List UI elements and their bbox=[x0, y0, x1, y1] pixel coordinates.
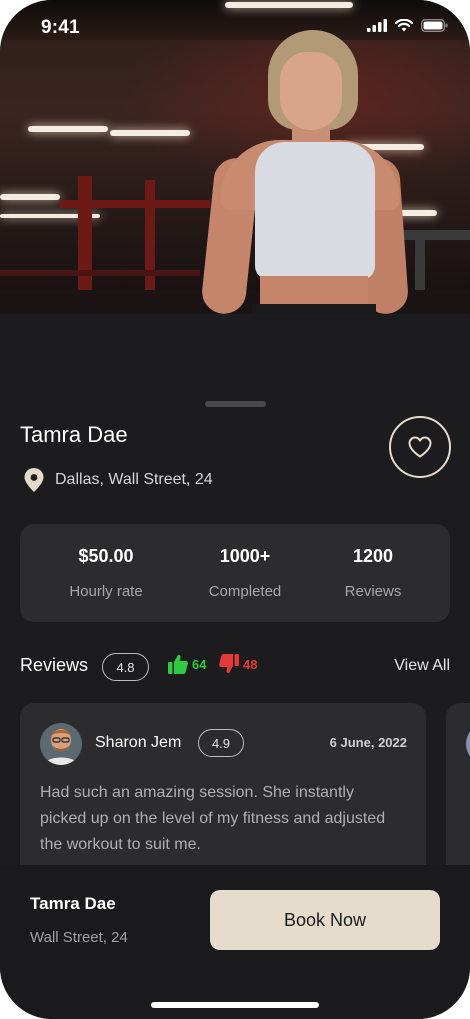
battery-icon bbox=[421, 19, 448, 32]
trainer-location: Dallas, Wall Street, 24 bbox=[24, 468, 213, 492]
stat-reviews: 1200 Reviews bbox=[303, 524, 443, 600]
stat-value: 1000+ bbox=[219, 546, 271, 566]
reviews-header: Reviews 4.8 64 48 View All bbox=[20, 651, 450, 683]
favorite-button[interactable] bbox=[389, 416, 451, 478]
reviews-title: Reviews bbox=[20, 655, 89, 675]
review-card-next[interactable] bbox=[446, 703, 470, 883]
stat-label: Completed bbox=[208, 583, 282, 600]
dislikes-count: 48 bbox=[219, 654, 257, 674]
stat-label: Hourly rate bbox=[69, 583, 143, 600]
booking-address: Wall Street, 24 bbox=[30, 929, 128, 946]
stat-label: Reviews bbox=[344, 583, 402, 600]
stat-value: 1200 bbox=[352, 546, 394, 566]
sheet-drag-handle[interactable] bbox=[205, 401, 266, 407]
status-time: 9:41 bbox=[41, 17, 80, 38]
stat-value: $50.00 bbox=[78, 546, 134, 566]
likes-value: 64 bbox=[192, 656, 207, 672]
reviewer-avatar bbox=[466, 723, 470, 765]
bottom-booking-bar: Tamra Dae Wall Street, 24 Book Now bbox=[0, 865, 470, 1019]
thumbs-down-icon bbox=[219, 654, 239, 674]
thumbs-up-icon bbox=[168, 654, 188, 674]
likes-count: 64 bbox=[168, 654, 206, 674]
review-card[interactable]: Sharon Jem 4.9 6 June, 2022 Had such an … bbox=[20, 703, 426, 883]
stat-hourly-rate: $50.00 Hourly rate bbox=[36, 524, 176, 600]
reviews-rating-badge: 4.8 bbox=[102, 653, 149, 681]
trainer-name: Tamra Dae bbox=[20, 422, 128, 447]
stats-card: $50.00 Hourly rate 1000+ Completed 1200 … bbox=[20, 524, 450, 622]
review-date: 6 June, 2022 bbox=[329, 735, 407, 750]
trainer-photo bbox=[199, 30, 410, 314]
view-all-link[interactable]: View All bbox=[394, 657, 450, 675]
review-text: Had such an amazing session. She instant… bbox=[40, 784, 386, 853]
location-text: Dallas, Wall Street, 24 bbox=[55, 471, 213, 488]
status-icons bbox=[367, 19, 448, 32]
dislikes-value: 48 bbox=[243, 656, 258, 672]
booking-trainer-name: Tamra Dae bbox=[30, 894, 116, 913]
signal-icon bbox=[367, 19, 387, 32]
reviewer-name: Sharon Jem bbox=[95, 734, 182, 751]
home-indicator[interactable] bbox=[151, 1002, 319, 1008]
stat-completed: 1000+ Completed bbox=[175, 524, 315, 600]
book-now-button[interactable]: Book Now bbox=[210, 890, 440, 950]
status-bar: 9:41 bbox=[0, 0, 470, 56]
reviewer-avatar bbox=[40, 723, 82, 765]
location-pin-icon bbox=[24, 468, 44, 492]
phone-screen: 9:41 Tamra Dae Dallas, Wall Street, 24 $… bbox=[0, 0, 470, 1019]
heart-icon bbox=[408, 436, 432, 458]
reviewer-rating-badge: 4.9 bbox=[198, 729, 244, 757]
wifi-icon bbox=[395, 19, 413, 32]
